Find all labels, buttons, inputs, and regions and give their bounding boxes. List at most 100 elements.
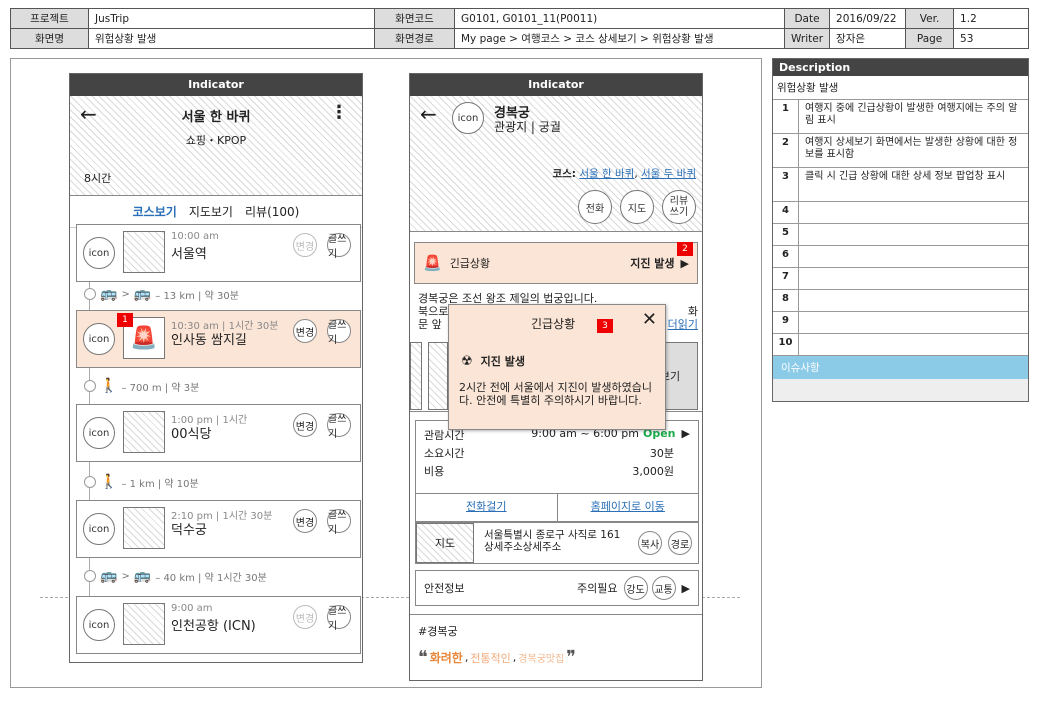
transit-info: – 1 km | 약 10분 — [121, 478, 199, 490]
change-button[interactable]: 변경 — [293, 319, 317, 343]
screen-value: 위험상황 발생 — [88, 28, 375, 49]
route-button[interactable]: 경로 — [668, 531, 692, 555]
more-menu-icon[interactable]: ⋮ — [330, 102, 348, 123]
tag[interactable]: 화려한 — [430, 649, 463, 666]
link-row: 전화걸기 홈페이지로 이동 — [416, 493, 698, 521]
hashtag: #경복궁 — [418, 625, 458, 638]
list-item[interactable]: icon 1:00 pm | 1시간 00식당 변경 글쓰기 — [76, 404, 361, 462]
row-number: 5 — [773, 224, 799, 245]
cost-value: 3,000원 — [632, 465, 674, 478]
address-line: 상세주소상세주소 — [484, 541, 562, 553]
issue-body — [773, 379, 1028, 401]
item-name: 00식당 — [171, 427, 212, 442]
warning-person-icon: ☢ — [461, 353, 473, 369]
copy-button[interactable]: 복사 — [638, 531, 662, 555]
walk-icon: 🚶 — [100, 378, 118, 394]
gallery-photo[interactable] — [410, 342, 422, 410]
map-thumbnail[interactable]: 지도 — [416, 523, 474, 563]
traffic-button[interactable]: 교통 — [651, 576, 676, 600]
list-item-alert[interactable]: icon 🚨 10:30 am | 1시간 30분 인사동 쌈지길 변경 글쓰기… — [76, 310, 361, 368]
bus-icon: 🚌 — [133, 286, 152, 302]
back-arrow-icon[interactable]: ← — [420, 102, 437, 126]
item-name: 덕수궁 — [171, 523, 207, 538]
place-icon: icon — [83, 237, 115, 269]
item-name: 인사동 쌈지길 — [171, 333, 247, 348]
tag[interactable]: 경복궁맛집 — [518, 650, 564, 665]
map-button[interactable]: 지도 — [620, 190, 654, 224]
emergency-label: 긴급상황 — [449, 257, 491, 270]
call-button[interactable]: 전화 — [578, 190, 612, 224]
call-link[interactable]: 전화걸기 — [416, 494, 558, 521]
annotation-tag-2: 2 — [677, 242, 693, 256]
course-link-2[interactable]: 서울 두 바퀴 — [641, 168, 696, 180]
intro-line: 북으로 — [418, 305, 449, 318]
place-thumbnail — [123, 411, 165, 453]
write-button[interactable]: 글쓰기 — [327, 319, 351, 346]
description-row: 8 — [773, 290, 1028, 312]
transit-row: 🚌 > 🚌 – 13 km | 약 30분 — [84, 286, 239, 302]
chevron-right-icon[interactable]: ▶ — [682, 427, 690, 443]
transit-row: 🚶 – 1 km | 약 10분 — [84, 474, 199, 490]
item-name: 인천공항 (ICN) — [171, 619, 256, 634]
screen-label: 화면명 — [10, 28, 89, 49]
row-text — [799, 224, 1028, 245]
write-button[interactable]: 글쓰기 — [327, 509, 351, 536]
course-link-1[interactable]: 서울 한 바퀴 — [579, 168, 634, 180]
close-icon[interactable]: ✕ — [642, 309, 657, 330]
change-button[interactable]: 변경 — [293, 413, 317, 437]
page-value: 53 — [953, 28, 1029, 49]
write-button[interactable]: 글쓰기 — [327, 605, 351, 632]
write-button[interactable]: 글쓰기 — [327, 413, 351, 440]
description-row: 1 여행지 중에 긴급상황이 발생한 여행지에는 주의 알림 표시 — [773, 100, 1028, 134]
list-item[interactable]: icon 10:00 am 서울역 변경 글쓰기 — [76, 224, 361, 282]
homepage-link[interactable]: 홈페이지로 이동 — [558, 494, 699, 521]
row-text — [799, 202, 1028, 223]
description-row: 7 — [773, 268, 1028, 290]
issue-header: 이슈사항 — [773, 356, 1028, 379]
bus-icon: 🚌 — [133, 568, 152, 584]
course-list: icon 10:00 am 서울역 변경 글쓰기 🚌 > 🚌 – 13 km | 약… — [70, 224, 362, 662]
change-button[interactable]: 변경 — [293, 605, 317, 629]
bus-icon: 🚌 — [100, 286, 118, 302]
read-more-link[interactable]: 더읽기 — [668, 318, 698, 331]
row-text: 여행지 중에 긴급상황이 발생한 여행지에는 주의 알림 표시 — [805, 103, 1018, 126]
tab-review[interactable]: 리뷰(100) — [245, 203, 299, 220]
strength-button[interactable]: 강도 — [623, 576, 648, 600]
place-header: ← icon 경복궁 관광지 | 궁궐 코스: 서울 한 바퀴, 서울 두 바퀴… — [410, 96, 702, 232]
emergency-bar[interactable]: 🚨 긴급상황 지진 발생 ▶ 2 — [414, 242, 698, 284]
tag[interactable]: 전통적인 — [470, 650, 510, 666]
tag-cloud: ❝ 화려한, 전통적인, 경복궁맛집 ❞ — [410, 639, 702, 668]
item-time: 9:00 am — [171, 603, 213, 614]
transit-row: 🚶 – 700 m | 약 3분 — [84, 378, 199, 394]
quote-close-icon: ❞ — [566, 647, 576, 668]
row-text: 클릭 시 긴급 상황에 대한 상세 정보 팝업창 표시 — [805, 171, 1006, 182]
place-icon: icon — [83, 417, 115, 449]
list-item[interactable]: icon 2:10 pm | 1시간 30분 덕수궁 변경 글쓰기 — [76, 500, 361, 558]
list-item[interactable]: icon 9:00 am 인천공항 (ICN) 변경 글쓰기 — [76, 596, 361, 654]
gallery-photo[interactable] — [428, 342, 448, 410]
tab-course[interactable]: 코스보기 — [133, 203, 177, 220]
info-box: 관람시간 9:00 am ~ 6:00 pm Open ▶ 소요시간 30분 비… — [415, 420, 699, 522]
place-icon: icon — [83, 323, 115, 355]
write-review-button[interactable]: 리뷰 쓰기 — [662, 190, 696, 224]
description-row: 9 — [773, 312, 1028, 334]
change-button[interactable]: 변경 — [293, 233, 317, 257]
change-button[interactable]: 변경 — [293, 509, 317, 533]
write-button[interactable]: 글쓰기 — [327, 233, 351, 260]
item-time: 10:00 am — [171, 231, 219, 242]
tab-map[interactable]: 지도보기 — [189, 203, 233, 220]
place-thumbnail — [123, 603, 165, 645]
course-header: ← 서울 한 바퀴 ⋮ 쇼핑・KPOP 8시간 — [70, 96, 362, 196]
description-row: 3 클릭 시 긴급 상황에 대한 상세 정보 팝업창 표시 — [773, 168, 1028, 202]
description-title: 위험상황 발생 — [773, 76, 1028, 100]
safety-value: 주의필요 — [577, 582, 618, 595]
place-category: 관광지 | 궁궐 — [494, 120, 561, 134]
cost-row: 비용 3,000원 — [416, 461, 698, 479]
row-text: 여행지 상세보기 화면에서는 발생한 상황에 대한 정보를 표시함 — [805, 137, 1018, 160]
project-value: JusTrip — [88, 8, 375, 29]
safety-row[interactable]: 안전정보 주의필요 강도 교통 ▶ — [415, 570, 699, 606]
chevron-right-icon: ▶ — [681, 581, 690, 595]
row-number: 2 — [773, 134, 799, 167]
row-number: 4 — [773, 202, 799, 223]
course-screen: Indicator ← 서울 한 바퀴 ⋮ 쇼핑・KPOP 8시간 코스보기 지… — [69, 73, 363, 663]
